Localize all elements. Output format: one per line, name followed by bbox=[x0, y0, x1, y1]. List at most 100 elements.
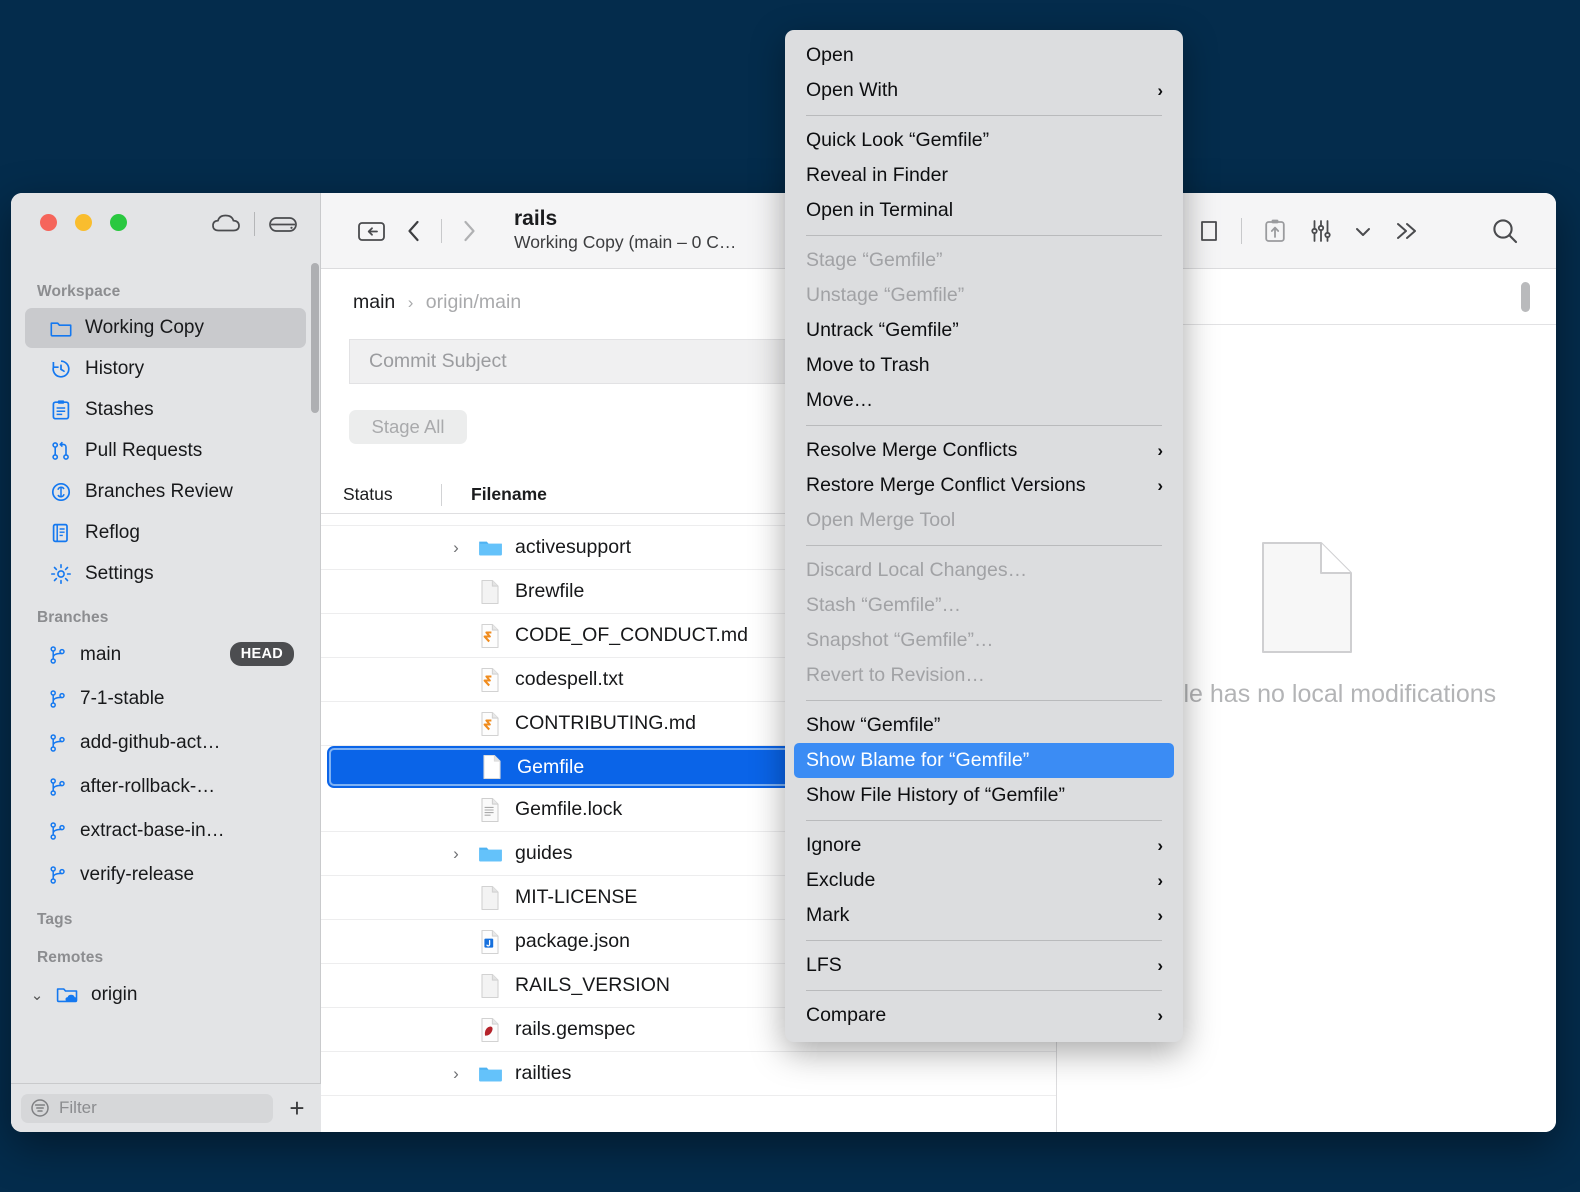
sidebar-item-branches-review[interactable]: Branches Review bbox=[25, 472, 306, 512]
menu-item-open-in-terminal[interactable]: Open in Terminal bbox=[785, 193, 1183, 228]
zoom-button[interactable] bbox=[110, 214, 127, 231]
menu-item-label: Open bbox=[806, 44, 854, 67]
menu-item-label: Mark bbox=[806, 904, 849, 927]
table-row[interactable]: › railties bbox=[321, 1052, 1056, 1096]
sidebar: Workspace Working Copy History Stashes bbox=[11, 193, 321, 1132]
file-name: MIT-LICENSE bbox=[515, 886, 637, 909]
back-icon[interactable] bbox=[403, 217, 425, 245]
file-name: Brewfile bbox=[515, 580, 584, 603]
sidebar-scrollbar[interactable] bbox=[311, 263, 319, 413]
menu-item-show[interactable]: Show “Gemfile” bbox=[785, 708, 1183, 743]
file-name: codespell.txt bbox=[515, 668, 623, 691]
column-header-status[interactable]: Status bbox=[321, 484, 441, 505]
chevron-down-icon[interactable] bbox=[1354, 224, 1372, 238]
disclosure-triangle-icon[interactable]: › bbox=[443, 844, 469, 864]
search-icon[interactable] bbox=[1490, 216, 1520, 246]
filter-input[interactable]: Filter bbox=[21, 1094, 273, 1123]
push-icon[interactable] bbox=[1262, 217, 1288, 245]
menu-item-label: Show “Gemfile” bbox=[806, 714, 940, 737]
forward-icon[interactable] bbox=[458, 217, 480, 245]
menu-separator bbox=[806, 940, 1162, 941]
panel-resize-handle[interactable] bbox=[1521, 282, 1530, 312]
menu-item-move[interactable]: Move… bbox=[785, 383, 1183, 418]
column-header-filename[interactable]: Filename bbox=[442, 484, 547, 505]
filter-settings-icon[interactable] bbox=[1308, 218, 1334, 244]
file-name: Gemfile bbox=[517, 756, 584, 779]
close-button[interactable] bbox=[40, 214, 57, 231]
menu-item-label: Unstage “Gemfile” bbox=[806, 284, 964, 307]
menu-item-label: Reveal in Finder bbox=[806, 164, 948, 187]
screen: Workspace Working Copy History Stashes bbox=[0, 0, 1580, 1192]
menu-item-quick-look[interactable]: Quick Look “Gemfile” bbox=[785, 123, 1183, 158]
menu-item-open-with[interactable]: Open With› bbox=[785, 73, 1183, 108]
menu-item-label: Resolve Merge Conflicts bbox=[806, 439, 1017, 462]
sidebar-branch-verify-release[interactable]: verify-release bbox=[25, 853, 306, 897]
disclosure-triangle-icon[interactable]: › bbox=[443, 1064, 469, 1084]
menu-item-label: Untrack “Gemfile” bbox=[806, 319, 959, 342]
traffic-lights[interactable] bbox=[40, 214, 127, 231]
menu-item-label: Quick Look “Gemfile” bbox=[806, 129, 989, 152]
sidebar-item-settings[interactable]: Settings bbox=[25, 554, 306, 594]
sidebar-remote-origin[interactable]: ⌄ origin bbox=[25, 973, 306, 1017]
disclosure-triangle-icon: › bbox=[443, 932, 469, 952]
sidebar-item-reflog[interactable]: Reflog bbox=[25, 513, 306, 553]
disclosure-triangle-icon[interactable]: › bbox=[443, 538, 469, 558]
sidebar-item-stashes[interactable]: Stashes bbox=[25, 390, 306, 430]
sidebar-branch-extract-base-in[interactable]: extract-base-in… bbox=[25, 809, 306, 853]
more-icon[interactable] bbox=[1392, 219, 1422, 243]
breadcrumb-remote[interactable]: origin/main bbox=[426, 291, 521, 313]
menu-item-compare[interactable]: Compare› bbox=[785, 998, 1183, 1033]
menu-separator bbox=[806, 545, 1162, 546]
remote-folder-icon bbox=[56, 985, 80, 1005]
blank-file-icon bbox=[475, 973, 505, 999]
repo-name: rails bbox=[514, 207, 736, 231]
menu-item-unstage: Unstage “Gemfile” bbox=[785, 278, 1183, 313]
file-name: railties bbox=[515, 1062, 571, 1085]
json-file-icon bbox=[475, 929, 505, 955]
sidebar-branch-after-rollback[interactable]: after-rollback-… bbox=[25, 765, 306, 809]
add-button[interactable]: + bbox=[283, 1095, 311, 1121]
menu-item-resolve-merge-conflicts[interactable]: Resolve Merge Conflicts› bbox=[785, 433, 1183, 468]
sidebar-item-label: Reflog bbox=[85, 522, 140, 544]
sidebar-toggle-icon[interactable] bbox=[357, 219, 387, 243]
menu-item-open[interactable]: Open bbox=[785, 38, 1183, 73]
review-circle-icon bbox=[49, 481, 72, 504]
menu-item-exclude[interactable]: Exclude› bbox=[785, 863, 1183, 898]
sidebar-item-working-copy[interactable]: Working Copy bbox=[25, 308, 306, 348]
menu-item-lfs[interactable]: LFS› bbox=[785, 948, 1183, 983]
file-name: CONTRIBUTING.md bbox=[515, 712, 696, 735]
menu-item-show-file-history[interactable]: Show File History of “Gemfile” bbox=[785, 778, 1183, 813]
breadcrumb-local[interactable]: main bbox=[353, 291, 395, 313]
menu-item-move-to-trash[interactable]: Move to Trash bbox=[785, 348, 1183, 383]
stage-all-button[interactable]: Stage All bbox=[349, 410, 467, 444]
menu-item-restore-merge-conflict-versions[interactable]: Restore Merge Conflict Versions› bbox=[785, 468, 1183, 503]
sidebar-item-pull-requests[interactable]: Pull Requests bbox=[25, 431, 306, 471]
chevron-down-icon[interactable]: ⌄ bbox=[29, 986, 45, 1004]
repo-subtitle: Working Copy (main – 0 C… bbox=[514, 231, 736, 254]
menu-item-label: Open Merge Tool bbox=[806, 509, 955, 532]
disk-icon[interactable] bbox=[268, 213, 298, 235]
sidebar-branch-7-1-stable[interactable]: 7-1-stable bbox=[25, 677, 306, 721]
menu-separator bbox=[806, 115, 1162, 116]
sidebar-item-label: Pull Requests bbox=[85, 440, 202, 462]
cloud-icon[interactable] bbox=[211, 213, 241, 235]
menu-separator bbox=[806, 235, 1162, 236]
branch-icon bbox=[49, 777, 67, 797]
menu-item-reveal-in-finder[interactable]: Reveal in Finder bbox=[785, 158, 1183, 193]
menu-item-label: Open With bbox=[806, 79, 898, 102]
menu-item-label: Restore Merge Conflict Versions bbox=[806, 474, 1086, 497]
markdown-file-icon bbox=[475, 711, 505, 737]
sidebar-branch-main[interactable]: main HEAD bbox=[25, 633, 306, 677]
minimize-button[interactable] bbox=[75, 214, 92, 231]
context-menu: Open Open With› Quick Look “Gemfile” Rev… bbox=[785, 30, 1183, 1042]
sidebar-section-branches: Branches bbox=[11, 595, 320, 633]
menu-item-ignore[interactable]: Ignore› bbox=[785, 828, 1183, 863]
sidebar-branch-add-github-act[interactable]: add-github-act… bbox=[25, 721, 306, 765]
menu-item-mark[interactable]: Mark› bbox=[785, 898, 1183, 933]
menu-item-show-blame[interactable]: Show Blame for “Gemfile” bbox=[794, 743, 1174, 778]
menu-item-untrack[interactable]: Untrack “Gemfile” bbox=[785, 313, 1183, 348]
stash-icon[interactable] bbox=[1197, 218, 1221, 244]
sidebar-item-history[interactable]: History bbox=[25, 349, 306, 389]
file-name: CODE_OF_CONDUCT.md bbox=[515, 624, 748, 647]
disclosure-triangle-icon: › bbox=[443, 670, 469, 690]
